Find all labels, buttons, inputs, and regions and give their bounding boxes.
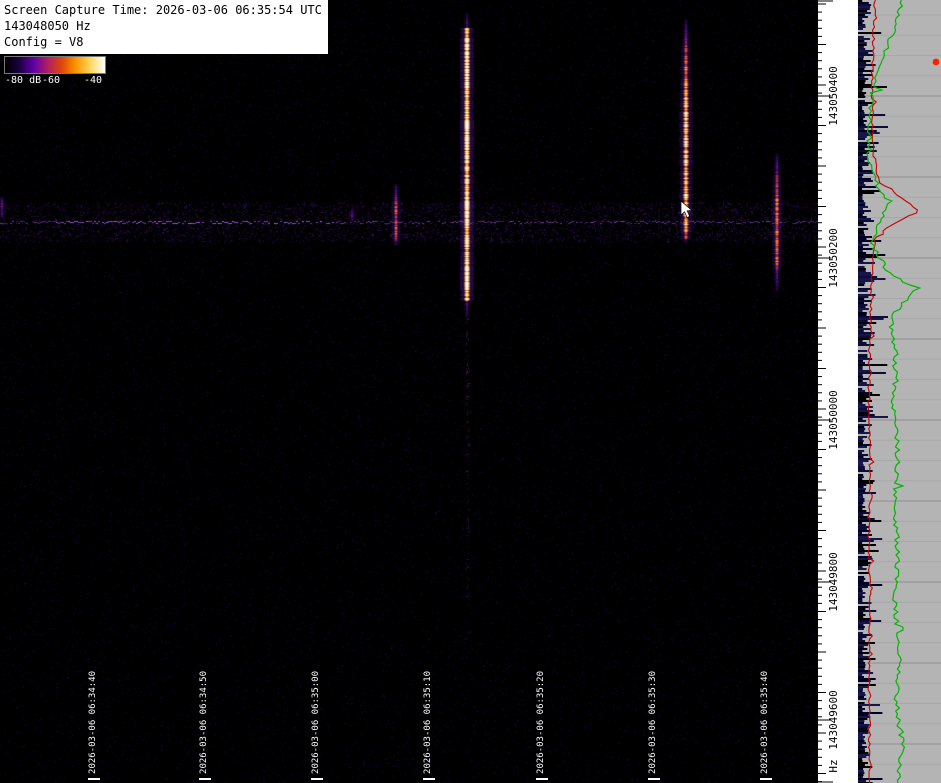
legend-db-mid: -60 — [42, 75, 60, 86]
spectrum-panel — [858, 0, 941, 783]
legend-db-min: -80 dB — [5, 75, 41, 86]
capture-time-text: Screen Capture Time: 2026-03-06 06:35:54… — [4, 2, 322, 18]
capture-info-box: Screen Capture Time: 2026-03-06 06:35:54… — [0, 0, 328, 54]
config-text: Config = V8 — [4, 34, 322, 50]
mouse-cursor — [680, 200, 694, 220]
frequency-unit-label: Hz — [827, 759, 840, 772]
waterfall-spectrogram[interactable] — [0, 0, 818, 783]
freq-axis-label: 143050000 — [827, 390, 840, 450]
freq-axis-label: 143049600 — [827, 690, 840, 750]
freq-axis-label: 143049800 — [827, 552, 840, 612]
color-scale-labels: -80 dB -60 -40 — [4, 75, 108, 88]
freq-axis-label: 143050400 — [827, 66, 840, 126]
color-scale-gradient — [4, 56, 106, 74]
color-scale-legend: -80 dB -60 -40 — [4, 56, 108, 88]
freq-axis-label: 143050200 — [827, 228, 840, 288]
spectrum-capture-window: 2026-03-06 06:34:402026-03-06 06:34:5020… — [0, 0, 941, 783]
frequency-ruler: Hz 143050400 143050200 143050000 143049800 1… — [818, 0, 858, 783]
live-spectrum-plot — [858, 0, 941, 783]
legend-db-max: -40 — [84, 75, 102, 86]
center-frequency-text: 143048050 Hz — [4, 18, 322, 34]
